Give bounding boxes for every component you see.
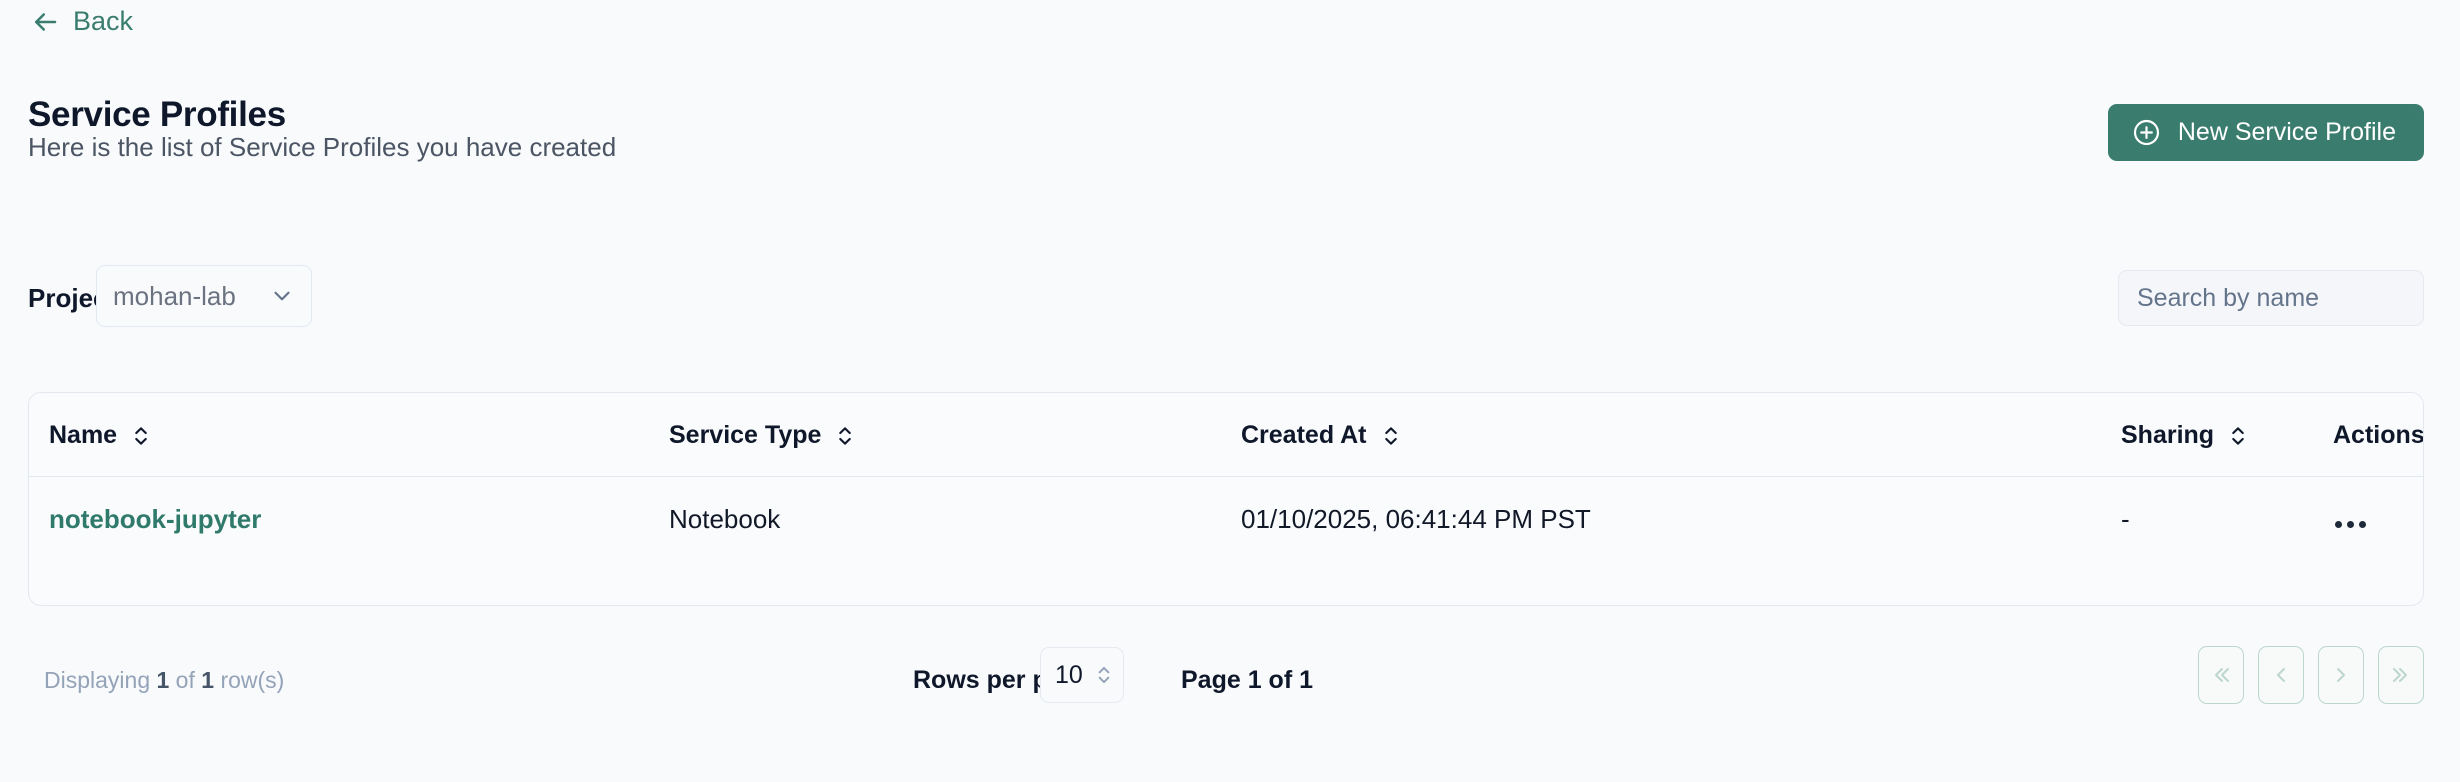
pagination-controls bbox=[2198, 646, 2424, 704]
plus-circle-icon bbox=[2133, 119, 2159, 146]
column-header-service-type-label: Service Type bbox=[669, 421, 822, 449]
displaying-shown: 1 bbox=[156, 667, 170, 693]
rows-per-page-value: 10 bbox=[1055, 660, 1083, 689]
chevron-up-down-icon bbox=[1098, 666, 1110, 684]
chevron-double-right-icon bbox=[2393, 668, 2407, 682]
service-profiles-table: Name Service Type Created At Sharing Act… bbox=[29, 393, 2424, 565]
column-header-actions: Actions bbox=[2333, 393, 2424, 477]
column-header-name-label: Name bbox=[49, 421, 118, 449]
table-header-row: Name Service Type Created At Sharing Act… bbox=[29, 393, 2424, 477]
last-page-button[interactable] bbox=[2378, 646, 2424, 704]
new-service-profile-button[interactable]: New Service Profile bbox=[2107, 104, 2424, 161]
search-input[interactable] bbox=[2118, 270, 2424, 326]
ellipsis-horizontal-icon[interactable] bbox=[2333, 517, 2368, 532]
chevron-double-left-icon bbox=[2215, 668, 2229, 682]
column-header-created-at[interactable]: Created At bbox=[1241, 393, 2121, 477]
first-page-button[interactable] bbox=[2198, 646, 2244, 704]
column-header-created-at-label: Created At bbox=[1241, 421, 1367, 449]
project-select[interactable]: mohan-lab bbox=[96, 265, 312, 327]
chevron-left-icon bbox=[2277, 668, 2285, 682]
chevron-up-down-icon bbox=[2232, 426, 2244, 445]
service-profiles-table-card: Name Service Type Created At Sharing Act… bbox=[28, 392, 2424, 606]
column-header-sharing[interactable]: Sharing bbox=[2121, 393, 2333, 477]
displaying-rows-status: Displaying 1 of 1 row(s) bbox=[44, 667, 284, 694]
next-page-button[interactable] bbox=[2318, 646, 2364, 704]
service-profiles-page: Back Service Profiles Here is the list o… bbox=[0, 0, 2460, 782]
page-subtitle: Here is the list of Service Profiles you… bbox=[28, 132, 617, 162]
displaying-total: 1 bbox=[201, 667, 215, 693]
back-label: Back bbox=[73, 6, 134, 36]
page-indicator: Page 1 of 1 bbox=[1181, 666, 1313, 694]
chevron-right-icon bbox=[2337, 668, 2345, 682]
column-header-actions-label: Actions bbox=[2333, 421, 2424, 449]
chevron-up-down-icon bbox=[1384, 426, 1397, 445]
service-profile-link[interactable]: notebook-jupyter bbox=[49, 504, 261, 534]
chevron-down-icon bbox=[274, 291, 290, 301]
displaying-prefix: Displaying bbox=[44, 667, 157, 693]
back-link[interactable]: Back bbox=[30, 6, 133, 37]
project-select-value: mohan-lab bbox=[113, 280, 236, 311]
previous-page-button[interactable] bbox=[2258, 646, 2304, 704]
chevron-up-down-icon bbox=[839, 426, 852, 445]
table-header: Name Service Type Created At Sharing Act… bbox=[29, 393, 2424, 477]
cell-name: notebook-jupyter bbox=[29, 476, 669, 565]
cell-created-at: 01/10/2025, 06:41:44 PM PST bbox=[1241, 476, 2121, 565]
cell-actions bbox=[2333, 476, 2423, 565]
table-row: notebook-jupyter Notebook 01/10/2025, 06… bbox=[29, 476, 2423, 565]
table-footer: Displaying 1 of 1 row(s) Rows per page 1… bbox=[0, 646, 2460, 725]
new-service-profile-label: New Service Profile bbox=[2177, 118, 2396, 146]
cell-sharing: - bbox=[2121, 476, 2333, 565]
table-body: notebook-jupyter Notebook 01/10/2025, 06… bbox=[29, 476, 2423, 565]
chevron-up-down-icon bbox=[135, 426, 147, 445]
rows-per-page-select[interactable]: 10 bbox=[1040, 647, 1124, 703]
arrow-left-icon bbox=[35, 12, 57, 31]
displaying-suffix: row(s) bbox=[214, 667, 285, 693]
page-title: Service Profiles bbox=[28, 95, 286, 135]
column-header-sharing-label: Sharing bbox=[2121, 421, 2215, 449]
displaying-middle: of bbox=[169, 667, 202, 693]
column-header-name[interactable]: Name bbox=[29, 393, 669, 477]
column-header-service-type[interactable]: Service Type bbox=[669, 393, 1241, 477]
cell-service-type: Notebook bbox=[669, 476, 1241, 565]
